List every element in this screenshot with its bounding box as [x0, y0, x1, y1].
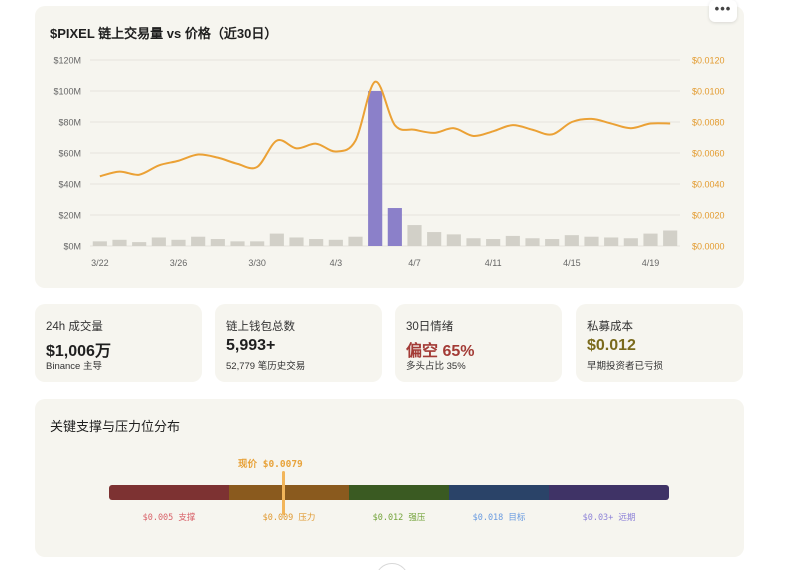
- y-left-tick-label: $120M: [53, 56, 81, 66]
- x-tick-label: 3/30: [248, 258, 266, 268]
- volume-bar: [151, 237, 166, 246]
- level-segment-support: [109, 485, 229, 500]
- level-segment-resistance: [229, 485, 349, 500]
- volume-bar: [663, 230, 678, 246]
- level-label: $0.018 目标: [472, 513, 526, 523]
- level-label: $0.005 支撑: [142, 513, 196, 523]
- volume-bar: [368, 91, 383, 246]
- current-price-marker: [282, 471, 285, 515]
- volume-bar: [486, 239, 501, 246]
- volume-bar: [466, 238, 481, 246]
- x-tick-label: 4/19: [642, 258, 660, 268]
- scroll-down-button[interactable]: [375, 563, 409, 570]
- stat-sub: Binance 主导: [46, 361, 102, 372]
- volume-bar: [289, 237, 304, 246]
- volume-bar: [191, 236, 206, 246]
- level-label: $0.009 压力: [262, 513, 316, 523]
- level-segment-strong-resistance: [349, 485, 449, 500]
- volume-bar: [545, 239, 560, 246]
- stat-sub: 52,779 笔历史交易: [226, 361, 306, 372]
- volume-bar: [348, 236, 363, 246]
- y-right-tick-label: $0.0060: [692, 149, 725, 159]
- volume-bar: [564, 235, 579, 246]
- x-tick-label: 4/7: [408, 258, 421, 268]
- volume-bar: [387, 208, 402, 246]
- y-right-tick-label: $0.0020: [692, 211, 725, 221]
- volume-bar: [427, 232, 442, 246]
- x-tick-label: 4/15: [563, 258, 581, 268]
- volume-bar: [584, 236, 599, 246]
- levels-title: 关键支撑与压力位分布: [50, 419, 181, 434]
- volume-bar: [309, 239, 324, 246]
- y-right-tick-label: $0.0040: [692, 180, 725, 190]
- x-tick-label: 3/22: [91, 258, 109, 268]
- stat-label: 24h 成交量: [46, 321, 103, 333]
- current-price-label: 现价 $0.0079: [238, 459, 303, 470]
- volume-bar: [407, 225, 422, 246]
- volume-bar: [623, 238, 638, 246]
- levels-card: 关键支撑与压力位分布 现价 $0.0079 $0.005 支撑 $0.009 压…: [35, 399, 744, 557]
- stat-card-volume: 24h 成交量 $1,006万 Binance 主导: [35, 304, 202, 382]
- stat-value: 5,993+: [226, 337, 276, 354]
- volume-bar: [132, 242, 147, 246]
- x-tick-label: 3/26: [170, 258, 188, 268]
- volume-bar: [604, 237, 619, 246]
- stat-label: 30日情绪: [406, 321, 454, 333]
- volume-bar: [505, 235, 520, 246]
- y-left-tick-label: $80M: [58, 118, 81, 128]
- stat-label: 私募成本: [587, 321, 633, 333]
- stat-card-wallets: 链上钱包总数 5,993+ 52,779 笔历史交易: [215, 304, 382, 382]
- volume-bar: [230, 241, 245, 246]
- y-left-tick-label: $100M: [53, 87, 81, 97]
- volume-bar: [525, 238, 540, 246]
- volume-bar: [643, 233, 658, 246]
- price-line: [99, 80, 671, 178]
- level-label: $0.012 强压: [372, 513, 426, 523]
- volume-bar: [210, 239, 225, 246]
- x-tick-label: 4/11: [485, 258, 502, 268]
- volume-bar: [171, 239, 186, 246]
- stat-sub: 多头占比 35%: [406, 361, 466, 372]
- volume-bar: [112, 239, 127, 246]
- y-left-tick-label: $20M: [58, 211, 81, 221]
- stat-sub: 早期投资者已亏损: [587, 361, 664, 372]
- y-left-tick-label: $40M: [58, 180, 81, 190]
- x-tick-label: 4/3: [330, 258, 343, 268]
- stat-card-sentiment: 30日情绪 偏空 65% 多头占比 35%: [395, 304, 562, 382]
- stat-label: 链上钱包总数: [226, 321, 295, 333]
- stat-value: $0.012: [587, 337, 636, 354]
- volume-bar: [269, 233, 284, 246]
- stat-card-private-cost: 私募成本 $0.012 早期投资者已亏损: [576, 304, 743, 382]
- volume-bar: [328, 239, 343, 246]
- level-segment-target: [449, 485, 549, 500]
- y-right-tick-label: $0.0100: [692, 87, 725, 97]
- y-left-tick-label: $60M: [58, 149, 81, 159]
- y-left-tick-label: $0M: [63, 242, 81, 252]
- volume-bar: [446, 234, 461, 246]
- level-segment-long-term: [549, 485, 669, 500]
- volume-bar: [92, 241, 107, 246]
- y-right-tick-label: $0.0000: [692, 242, 725, 252]
- y-right-tick-label: $0.0080: [692, 118, 725, 128]
- level-label: $0.03+ 远期: [582, 513, 636, 523]
- volume-price-chart: $0M $20M $40M $60M $80M $100M $120M $0.0000 $0.0…: [53, 56, 725, 269]
- volume-bar: [250, 241, 265, 246]
- y-right-tick-label: $0.0120: [692, 56, 725, 66]
